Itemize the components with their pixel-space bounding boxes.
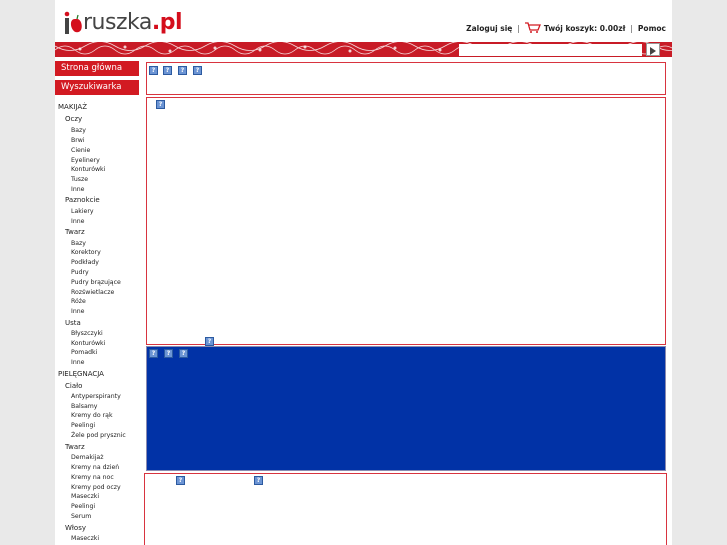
broken-image-icon[interactable]: ? (176, 476, 185, 485)
footer-box: ? ? (144, 473, 667, 545)
category-link[interactable]: Korektory (71, 249, 101, 256)
category-link[interactable]: Róże (71, 298, 86, 305)
subcategory-wlosy[interactable]: Włosy (65, 524, 86, 532)
search-input[interactable] (459, 44, 642, 56)
banner-box: ? ? ? ? (146, 62, 666, 95)
category-link[interactable]: Bazy (71, 240, 86, 247)
broken-image-icon[interactable]: ? (193, 66, 202, 75)
subcategory-twarz[interactable]: Twarz (65, 228, 85, 236)
category-link[interactable]: Eyelinery (71, 157, 100, 164)
home-button[interactable]: Strona główna (55, 61, 139, 76)
category-link[interactable]: Inne (71, 308, 84, 315)
category-link[interactable]: Kremy do rąk (71, 412, 113, 419)
category-link[interactable]: Lakiery (71, 208, 94, 215)
category-link[interactable]: Tusze (71, 176, 88, 183)
subcategory-cialo[interactable]: Ciało (65, 382, 82, 390)
category-link[interactable]: Maseczki (71, 535, 99, 542)
category-link[interactable]: Pudry (71, 269, 89, 276)
subcategory-usta[interactable]: Usta (65, 319, 81, 327)
broken-image-icon[interactable]: ? (149, 349, 158, 358)
category-makijaz[interactable]: MAKIJAŻ (58, 103, 87, 111)
subcategory-twarz[interactable]: Twarz (65, 443, 85, 451)
category-link[interactable]: Bazy (71, 127, 86, 134)
category-link[interactable]: Peelingi (71, 503, 95, 510)
category-link[interactable]: Serum (71, 513, 91, 520)
broken-image-icon[interactable]: ? (156, 100, 165, 109)
help-link[interactable]: Pomoc (638, 24, 666, 33)
category-link[interactable]: Inne (71, 186, 84, 193)
category-link[interactable]: Pomadki (71, 349, 97, 356)
category-link[interactable]: Rozświetlacze (71, 289, 114, 296)
logo-text: ruszka.pl (83, 9, 183, 35)
main-content-box: ? (146, 97, 666, 345)
broken-image-icon[interactable]: ? (254, 476, 263, 485)
category-link[interactable]: Demakijaż (71, 454, 103, 461)
broken-image-icon[interactable]: ? (179, 349, 188, 358)
page: ruszka.pl Zaloguj się | Twój koszyk: 0.0… (55, 0, 672, 545)
search-page-button[interactable]: Wyszukiwarka (55, 80, 139, 95)
broken-image-icon[interactable]: ? (163, 66, 172, 75)
broken-image-icon[interactable]: ? (178, 66, 187, 75)
category-link[interactable]: Konturówki (71, 340, 105, 347)
category-link[interactable]: Kremy na noc (71, 474, 114, 481)
category-link[interactable]: Brwi (71, 137, 85, 144)
pear-logo-icon (63, 9, 83, 35)
logo-text-main: ruszka (83, 9, 152, 35)
subcategory-oczy[interactable]: Oczy (65, 115, 82, 123)
category-link[interactable]: Inne (71, 359, 84, 366)
category-link[interactable]: Podkłady (71, 259, 99, 266)
login-link[interactable]: Zaloguj się (466, 24, 512, 33)
broken-image-icon[interactable]: ? (164, 349, 173, 358)
cart-icon (524, 22, 541, 35)
search-button[interactable] (646, 43, 660, 56)
cart-label: Twój koszyk: 0.00zł (543, 24, 626, 33)
nav-separator: | (630, 24, 633, 33)
category-link[interactable]: Żele pod prysznic (71, 432, 126, 439)
category-link[interactable]: Błyszczyki (71, 330, 103, 337)
blue-panel: ? ? ? (146, 346, 666, 471)
category-link[interactable]: Kremy pod oczy (71, 484, 121, 491)
logo[interactable]: ruszka.pl (63, 7, 183, 37)
broken-image-icon[interactable]: ? (149, 66, 158, 75)
category-link[interactable]: Balsamy (71, 403, 97, 410)
logo-text-suffix: .pl (151, 9, 183, 35)
category-link[interactable]: Peelingi (71, 422, 95, 429)
category-link[interactable]: Antyperspiranty (71, 393, 121, 400)
category-link[interactable]: Inne (71, 218, 84, 225)
subcategory-paznokcie[interactable]: Paznokcie (65, 196, 100, 204)
category-pielegnacja[interactable]: PIELĘGNACJA (58, 370, 104, 378)
category-link[interactable]: Maseczki (71, 493, 99, 500)
top-nav: Zaloguj się | Twój koszyk: 0.00zł | Pomo… (466, 22, 666, 35)
category-link[interactable]: Cienie (71, 147, 90, 154)
category-link[interactable]: Konturówki (71, 166, 105, 173)
broken-image-icon[interactable]: ? (205, 337, 214, 346)
nav-separator: | (517, 24, 520, 33)
category-link[interactable]: Kremy na dzień (71, 464, 119, 471)
play-arrow-icon (649, 40, 657, 59)
category-link[interactable]: Pudry brązujące (71, 279, 121, 286)
cart-link[interactable]: Twój koszyk: 0.00zł (524, 22, 626, 35)
